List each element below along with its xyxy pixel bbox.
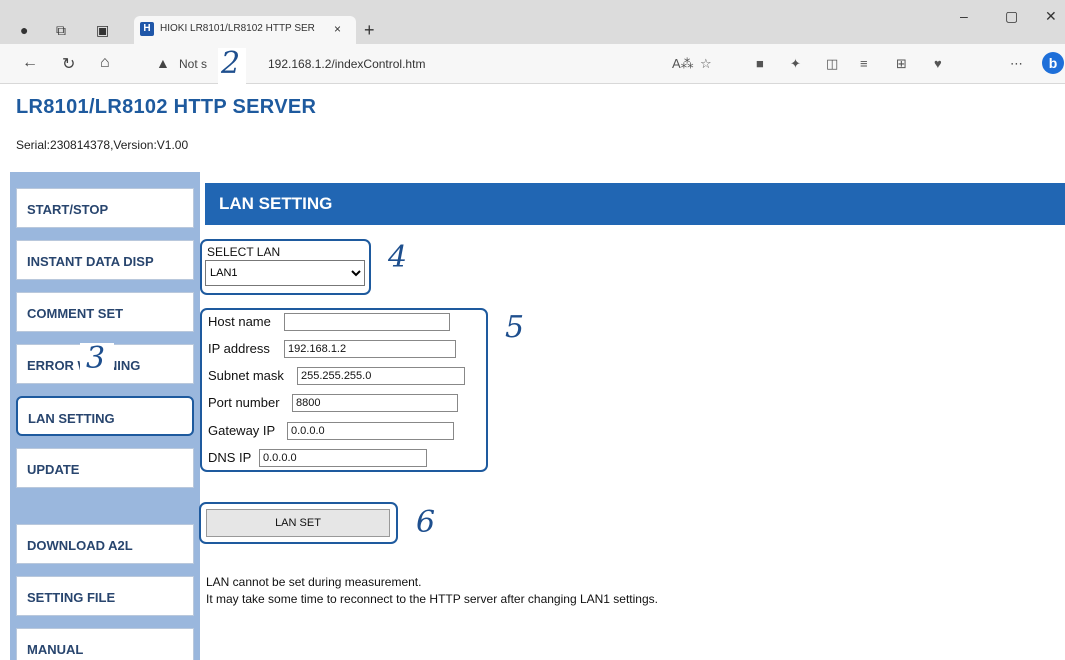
note-reconnect: It may take some time to reconnect to th… — [206, 592, 658, 606]
back-icon[interactable]: ← — [22, 54, 38, 72]
dns-ip-input[interactable] — [259, 449, 427, 467]
tab-actions-icon[interactable]: ▣ — [96, 22, 109, 39]
subnet-mask-label: Subnet mask — [208, 368, 284, 383]
collections-icon[interactable]: ⊞ — [896, 56, 907, 72]
lan-set-button[interactable]: LAN SET — [206, 509, 390, 537]
subnet-mask-input[interactable] — [297, 367, 465, 385]
split-screen-icon[interactable]: ◫ — [826, 56, 838, 72]
host-name-label: Host name — [208, 314, 271, 329]
host-name-input[interactable] — [284, 313, 450, 331]
lan-fields-highlight — [200, 308, 488, 472]
not-secure-label[interactable]: Not s — [179, 57, 207, 71]
favorite-star-icon[interactable]: ☆ — [700, 56, 712, 72]
close-tab-icon[interactable]: × — [334, 22, 341, 36]
url-field[interactable]: 192.168.1.2/indexControl.htm — [268, 57, 425, 71]
menu-start-stop[interactable]: START/STOP — [16, 188, 194, 228]
bing-icon[interactable]: b — [1042, 52, 1064, 74]
serial-version: Serial:230814378,Version:V1.00 — [16, 138, 189, 152]
gateway-ip-input[interactable] — [287, 422, 454, 440]
callout-3: 3 — [86, 341, 106, 376]
extension-s-icon[interactable]: ■ — [756, 56, 764, 71]
browser-tab-bar: ● ⧉ ▣ H HIOKI LR8101/LR8102 HTTP SER × +… — [0, 0, 1065, 44]
page-title: LR8101/LR8102 HTTP SERVER — [16, 96, 317, 118]
callout-2: 2 — [221, 46, 241, 81]
warning-icon[interactable]: ▲ — [156, 55, 170, 71]
window-close-icon[interactable]: ✕ — [1045, 8, 1057, 25]
gateway-ip-label: Gateway IP — [208, 423, 276, 438]
menu-lan-setting[interactable]: LAN SETTING — [16, 396, 194, 436]
maximize-icon[interactable]: ▢ — [1005, 8, 1018, 25]
workspaces-icon[interactable]: ⧉ — [56, 22, 66, 39]
menu-download-a2l[interactable]: DOWNLOAD A2L — [16, 524, 194, 564]
favorites-icon[interactable]: ≡ — [860, 56, 868, 71]
dns-ip-label: DNS IP — [208, 450, 252, 465]
ip-address-label: IP address — [208, 341, 270, 356]
callout-4: 4 — [388, 240, 408, 275]
note-measurement: LAN cannot be set during measurement. — [206, 575, 422, 589]
port-number-input[interactable] — [292, 394, 458, 412]
browser-essentials-icon[interactable]: ♥ — [934, 56, 942, 71]
menu-comment-set[interactable]: COMMENT SET — [16, 292, 194, 332]
port-number-label: Port number — [208, 395, 280, 410]
more-icon[interactable]: ⋯ — [1010, 56, 1023, 72]
minimize-icon[interactable]: – — [960, 8, 968, 24]
home-icon[interactable]: ⌂ — [100, 54, 110, 72]
address-bar: ← ↻ ⌂ ▲ Not s 192.168.1.2/indexControl.h… — [0, 44, 1065, 84]
hioki-favicon-icon: H — [140, 22, 154, 36]
ip-address-input[interactable] — [284, 340, 456, 358]
extensions-icon[interactable]: ✦ — [790, 56, 801, 72]
section-header: LAN SETTING — [205, 183, 1065, 225]
browser-tab[interactable]: H HIOKI LR8101/LR8102 HTTP SER × — [134, 16, 356, 44]
tab-title: HIOKI LR8101/LR8102 HTTP SER — [160, 23, 315, 34]
profile-icon[interactable]: ● — [20, 22, 28, 38]
read-aloud-icon[interactable]: A⁂ — [672, 56, 694, 72]
callout-6: 6 — [416, 505, 436, 540]
refresh-icon[interactable]: ↻ — [62, 54, 75, 74]
select-lan-dropdown[interactable]: LAN1 — [205, 260, 365, 286]
callout-5: 5 — [505, 310, 525, 345]
select-lan-label: SELECT LAN — [207, 245, 281, 259]
menu-instant-data-disp[interactable]: INSTANT DATA DISP — [16, 240, 194, 280]
new-tab-icon[interactable]: + — [364, 20, 375, 41]
menu-update[interactable]: UPDATE — [16, 448, 194, 488]
menu-setting-file[interactable]: SETTING FILE — [16, 576, 194, 616]
menu-manual[interactable]: MANUAL — [16, 628, 194, 660]
sidebar: START/STOP INSTANT DATA DISP COMMENT SET… — [10, 172, 200, 660]
